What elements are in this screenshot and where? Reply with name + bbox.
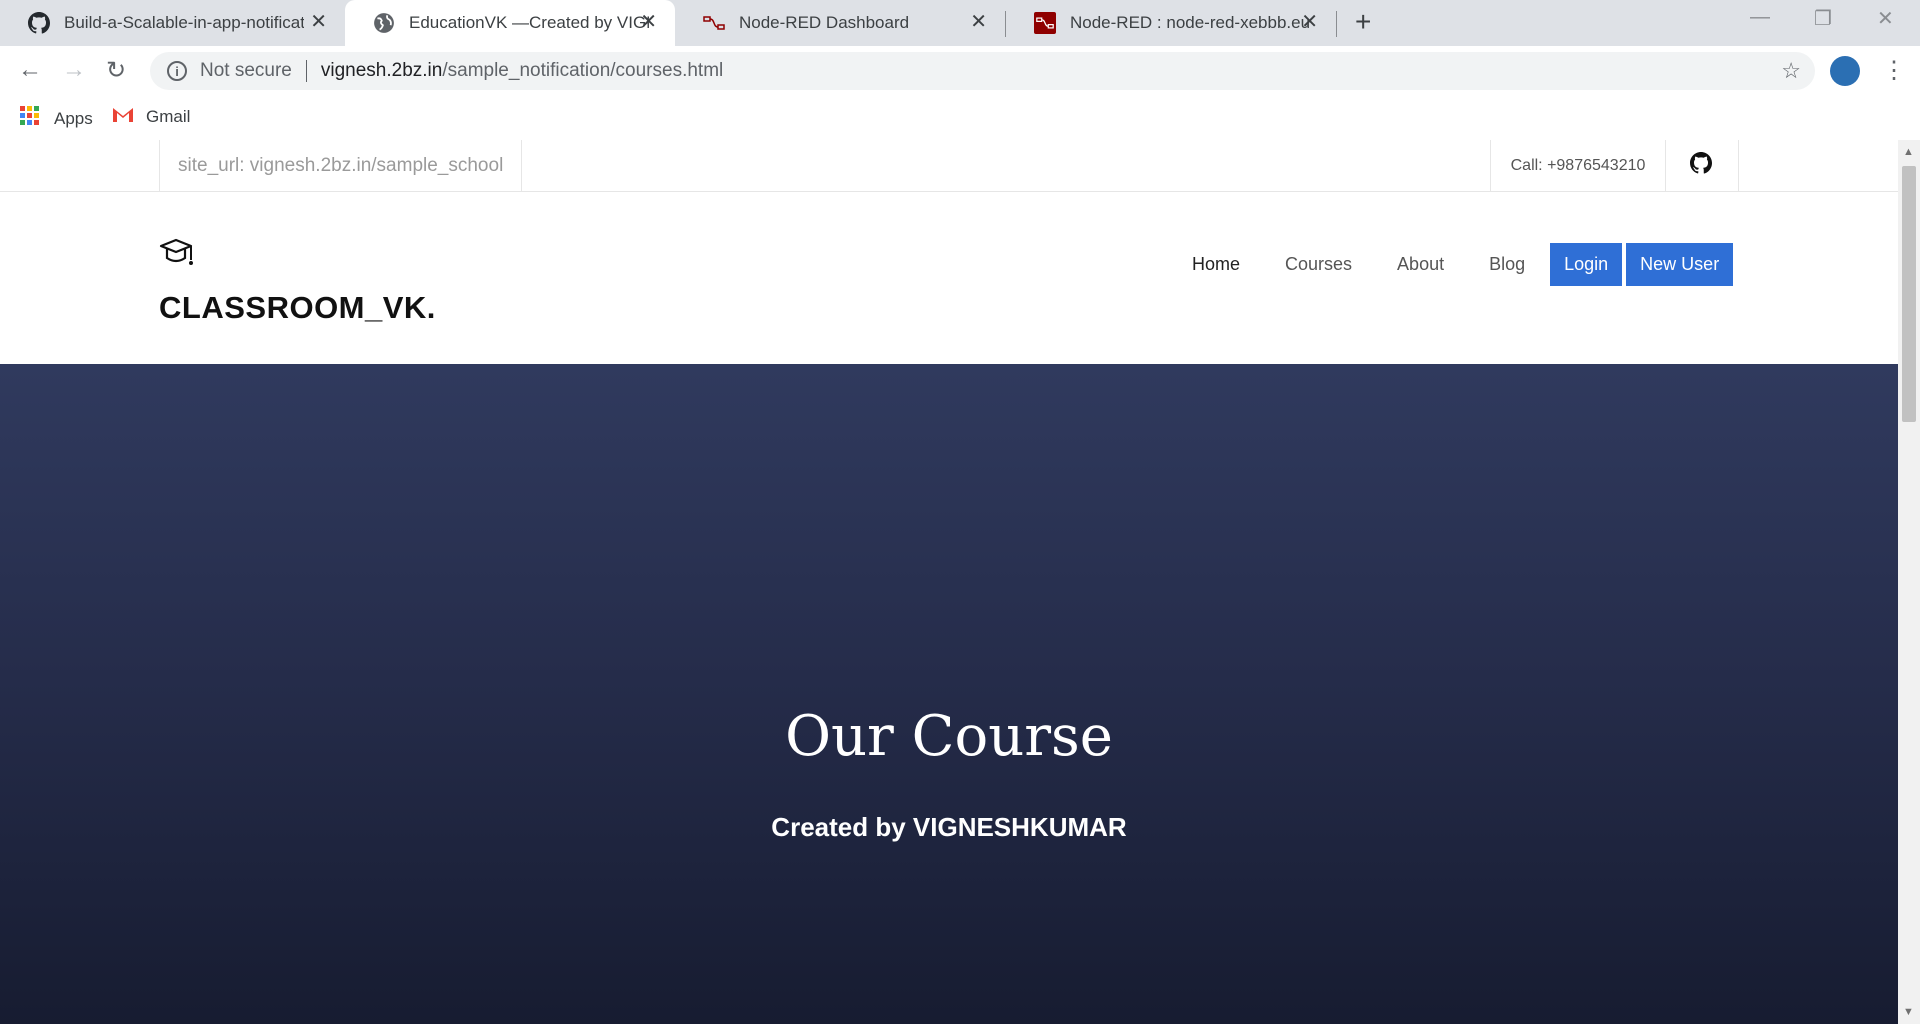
minimize-icon[interactable]: — (1750, 6, 1770, 29)
nav-home[interactable]: Home (1192, 254, 1240, 275)
tab-educationvk[interactable]: EducationVK —Created by VIGNESHKUMAR ✕ (345, 0, 675, 46)
site-url-text: site_url: vignesh.2bz.in/sample_school (159, 140, 523, 191)
gmail-icon (112, 106, 134, 128)
github-link[interactable] (1664, 140, 1739, 191)
tab-title: EducationVK —Created by VIGNESHKUMAR (409, 13, 649, 32)
bookmarks-bar: Apps Gmail (0, 96, 1920, 140)
security-label: Not secure (200, 60, 292, 81)
tab-strip: Build-a-Scalable-in-app-notificati ✕ Edu… (0, 0, 1920, 46)
close-window-icon[interactable]: ✕ (1877, 6, 1894, 31)
globe-icon (373, 12, 395, 34)
login-button[interactable]: Login (1550, 242, 1623, 286)
reload-icon[interactable]: ↻ (106, 56, 126, 85)
tab-close-icon[interactable]: ✕ (1301, 12, 1318, 32)
tab-title: Build-a-Scalable-in-app-notificati (64, 13, 304, 32)
bookmark-apps[interactable]: Apps (20, 106, 93, 131)
node-red-icon (1034, 12, 1056, 34)
tab-title: Node-RED Dashboard (739, 13, 910, 32)
url-host: vignesh.2bz.in (320, 60, 443, 81)
tab-close-icon[interactable]: ✕ (970, 12, 987, 32)
nav-about[interactable]: About (1397, 254, 1444, 275)
graduation-cap-icon (159, 238, 195, 270)
site-brand[interactable]: CLASSROOM_VK. (159, 290, 436, 326)
tab-separator (1336, 11, 1337, 37)
nav-courses[interactable]: Courses (1285, 254, 1352, 275)
github-icon (1690, 152, 1713, 179)
restore-icon[interactable]: ❐ (1814, 6, 1832, 31)
bookmark-label: Apps (54, 108, 93, 128)
scroll-down-icon[interactable]: ▼ (1903, 1006, 1914, 1018)
scrollbar-thumb[interactable] (1902, 166, 1916, 422)
call-link[interactable]: Call: +9876543210 (1490, 140, 1666, 191)
back-icon[interactable]: ← (18, 56, 42, 84)
tab-close-icon[interactable]: ✕ (310, 12, 327, 32)
bookmark-label: Gmail (146, 107, 191, 126)
scroll-up-icon[interactable]: ▲ (1903, 146, 1914, 158)
forward-icon[interactable]: → (62, 56, 86, 84)
browser-menu-icon[interactable]: ⋮ (1882, 56, 1906, 85)
hero-title: Our Course (785, 704, 1113, 769)
extension-avatar-icon[interactable] (1830, 56, 1860, 86)
omnibox-divider (305, 60, 307, 82)
main-nav: Home Courses About Blog Login New User (1192, 242, 1734, 286)
address-bar[interactable]: i Not secure vignesh.2bz.in /sample_noti… (150, 52, 1815, 90)
github-icon (28, 12, 50, 34)
bookmark-gmail[interactable]: Gmail (112, 106, 190, 128)
apps-grid-icon (20, 106, 40, 131)
hero-section: Our Course Created by VIGNESHKUMAR (0, 364, 1898, 1024)
new-user-button[interactable]: New User (1626, 242, 1734, 286)
tab-node-red-editor[interactable]: Node-RED : node-red-xebbb.eu-gb ✕ (1006, 0, 1336, 46)
new-tab-icon[interactable]: + (1355, 6, 1371, 38)
info-icon[interactable]: i (167, 61, 187, 81)
url-path: /sample_notification/courses.html (442, 60, 724, 81)
node-red-icon (703, 12, 725, 34)
hero-subtitle: Created by VIGNESHKUMAR (771, 812, 1127, 842)
tab-title: Node-RED : node-red-xebbb.eu-gb (1070, 13, 1310, 32)
site-header: CLASSROOM_VK. Home Courses About Blog Lo… (0, 192, 1898, 364)
page-viewport: site_url: vignesh.2bz.in/sample_school C… (0, 140, 1898, 1024)
tab-github[interactable]: Build-a-Scalable-in-app-notificati ✕ (0, 0, 345, 46)
tab-close-icon[interactable]: ✕ (640, 12, 657, 32)
tab-node-red-dashboard[interactable]: Node-RED Dashboard ✕ (675, 0, 1005, 46)
browser-toolbar: ← → ↻ i Not secure vignesh.2bz.in /sampl… (0, 46, 1920, 96)
page-scrollbar[interactable]: ▲ ▼ (1898, 140, 1920, 1024)
nav-blog[interactable]: Blog (1489, 254, 1525, 275)
bookmark-star-icon[interactable]: ☆ (1781, 58, 1801, 84)
top-info-bar: site_url: vignesh.2bz.in/sample_school C… (0, 140, 1898, 192)
